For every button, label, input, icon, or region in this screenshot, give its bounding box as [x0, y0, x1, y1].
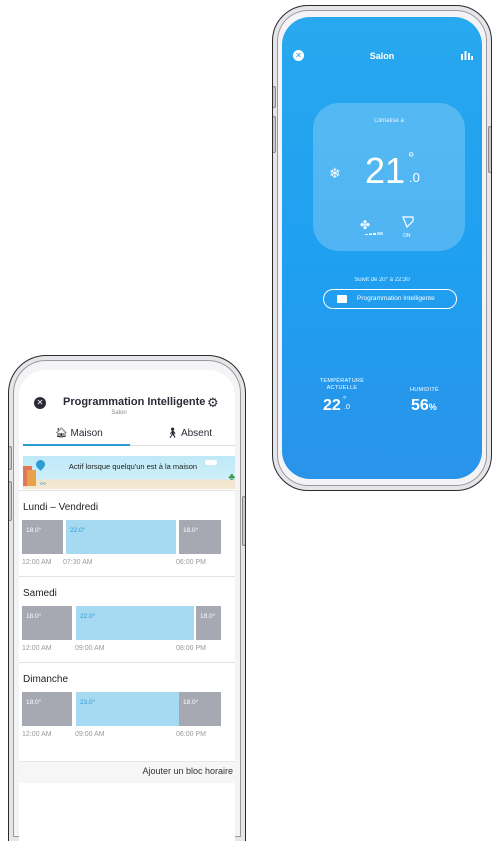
side-button — [9, 481, 12, 521]
schedule-screen: ✕ Programmation Intelligente Salon ⚙ 🏠︎ … — [19, 370, 235, 841]
set-temperature-degree: ° — [408, 150, 415, 167]
side-button — [9, 446, 12, 470]
schedule-block[interactable]: 18.0° — [22, 520, 63, 554]
day-title: Lundi – Vendredi — [23, 502, 99, 513]
current-temperature-degree: ° — [343, 395, 347, 404]
day-schedule: Samedi 18.0° 22.0° 18.0° 12:00 AM 09:00 … — [19, 576, 235, 662]
phone-frame-schedule: ✕ Programmation Intelligente Salon ⚙ 🏠︎ … — [8, 355, 246, 841]
set-temperature-decimal: .0 — [409, 170, 420, 185]
schedule-block[interactable]: 18.0° — [179, 692, 221, 726]
current-temperature-decimal: .0 — [344, 404, 350, 411]
building-illustration — [27, 470, 36, 486]
schedule-block[interactable]: 23.0° — [76, 692, 179, 726]
time-label: 07:30 AM — [63, 559, 93, 566]
footer-bar: Ajouter un bloc horaire — [19, 761, 235, 783]
bicycle-icon: ⚯ — [40, 481, 46, 488]
schedule-bar[interactable]: 18.0° 23.0° 18.0° — [22, 692, 233, 726]
banner-text: Actif lorsque quelqu'un est à la maison — [68, 462, 198, 471]
time-label: 06:00 PM — [176, 731, 206, 738]
time-label: 09:00 AM — [75, 731, 105, 738]
phone-frame-thermostat: ✕ Salon Climatisé à ❄ 21 ° .0 ✤ ON Suivi… — [272, 5, 492, 491]
follow-schedule-text: Suivit de 20° à 22:30 — [354, 277, 410, 283]
time-label: 09:00 AM — [75, 645, 105, 652]
thermostat-screen: ✕ Salon Climatisé à ❄ 21 ° .0 ✤ ON Suivi… — [282, 17, 482, 479]
palm-tree-icon: ♣ — [228, 472, 235, 483]
schedule-block[interactable]: 22.0° — [66, 520, 176, 554]
schedule-block[interactable]: 18.0° — [22, 606, 72, 640]
side-button — [273, 86, 276, 108]
time-label: 12:00 AM — [22, 645, 52, 652]
day-title: Dimanche — [23, 674, 69, 685]
schedule-block[interactable]: 18.0° — [22, 692, 72, 726]
tab-away-label: Absent — [180, 428, 213, 439]
schedule-block[interactable]: 18.0° — [179, 520, 221, 554]
schedule-bar[interactable]: 18.0° 22.0° 18.0° — [22, 606, 233, 640]
active-tab-indicator — [23, 444, 130, 446]
fan-icon[interactable]: ✤ — [360, 218, 370, 232]
day-schedule: Dimanche 18.0° 23.0° 18.0° 12:00 AM 09:0… — [19, 662, 235, 748]
page-subtitle: Salon — [111, 410, 127, 416]
divider — [19, 662, 235, 663]
fan-speed-indicator — [365, 232, 383, 235]
home-banner: ⚯ ♣ Actif lorsque quelqu'un est à la mai… — [23, 456, 235, 489]
schedule-block[interactable]: 22.0° — [76, 606, 194, 640]
smart-programming-label: Programmation Intelligente — [357, 295, 435, 302]
humidity-unit: % — [428, 402, 437, 412]
tab-home[interactable]: 🏠︎ Maison — [55, 428, 103, 439]
add-time-block-button[interactable]: Ajouter un bloc horaire — [142, 766, 233, 776]
swing-status: ON — [403, 233, 411, 239]
humidity-number: 56 — [411, 397, 429, 414]
schedule-bar[interactable]: 18.0° 22.0° 18.0° — [22, 520, 233, 554]
snowflake-icon: ❄ — [329, 165, 341, 181]
current-temperature: 22 — [323, 397, 341, 414]
close-icon[interactable]: ✕ — [34, 397, 46, 409]
chart-icon[interactable] — [461, 50, 473, 60]
time-label: 06:00 PM — [176, 559, 206, 566]
tab-away[interactable]: 🚶︎ Absent — [166, 428, 212, 439]
calendar-icon — [337, 295, 347, 303]
divider — [19, 576, 235, 577]
set-temperature: 21 — [365, 150, 406, 191]
side-button — [242, 496, 245, 546]
humidity-label: HUMIDITÉ — [410, 387, 439, 393]
walking-person-icon: 🚶︎ — [166, 428, 179, 439]
gear-icon[interactable]: ⚙ — [207, 395, 219, 411]
page-title: Programmation Intelligente — [63, 396, 206, 408]
location-pin-icon — [34, 458, 47, 471]
day-title: Samedi — [23, 588, 57, 599]
time-label: 12:00 AM — [22, 731, 52, 738]
swing-icon[interactable] — [402, 216, 414, 228]
divider — [19, 490, 235, 491]
side-button — [488, 126, 491, 173]
temperature-card: Climatisé à ❄ 21 ° .0 ✤ ON — [313, 103, 465, 251]
time-label: 12:00 AM — [22, 559, 52, 566]
home-icon: 🏠︎ — [55, 428, 68, 439]
tab-home-label: Maison — [70, 428, 103, 439]
current-temperature-label: TEMPÉRATURE ACTUELLE — [319, 378, 365, 391]
cloud-illustration — [205, 460, 217, 465]
side-button — [273, 116, 276, 153]
humidity-value: 56% — [411, 397, 437, 415]
schedule-block[interactable]: 18.0° — [196, 606, 221, 640]
time-label: 08:00 PM — [176, 645, 206, 652]
mode-label: Climatisé à — [374, 118, 404, 124]
page-title: Salon — [369, 51, 395, 61]
day-schedule: Lundi – Vendredi 18.0° 22.0° 18.0° 12:00… — [19, 490, 235, 576]
smart-programming-button[interactable]: Programmation Intelligente — [323, 289, 457, 309]
